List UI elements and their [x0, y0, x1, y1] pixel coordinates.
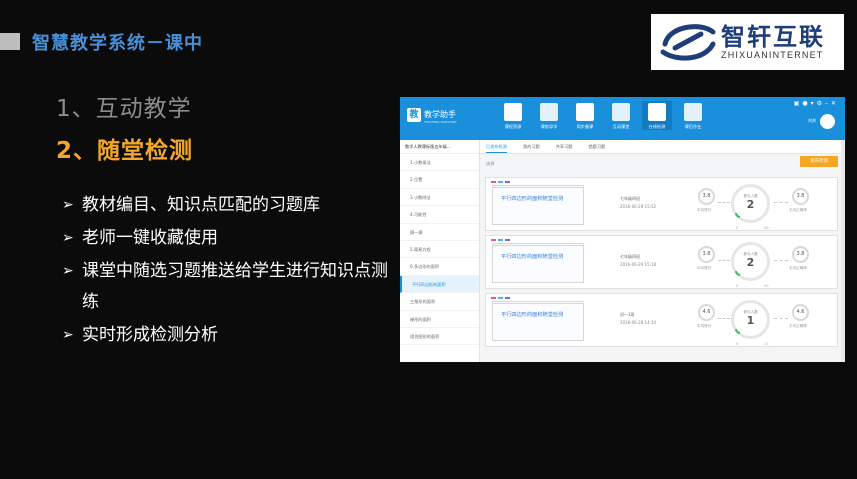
test-date: 2016-06-28 14:10: [620, 320, 657, 325]
avg-score-ring: 3.8: [698, 188, 715, 205]
connector-line: [718, 260, 730, 261]
nav-homework[interactable]: 课后作业: [678, 101, 708, 130]
app-name-sub: TEACHING ASSISTANT: [424, 120, 457, 124]
sidebar-item[interactable]: 1.小数乘法: [400, 154, 479, 172]
nav-online-test[interactable]: 在线检测: [642, 101, 672, 130]
test-card[interactable]: 平行四边形的面积随堂检测 七年级四班 2016-06-29 15:18 3.8 …: [485, 235, 838, 289]
tree-icon: [684, 103, 702, 121]
zhixuan-logo-icon: [660, 24, 716, 61]
avg-accuracy-label: 平均正确率: [789, 208, 807, 212]
nav-pre-class-guide[interactable]: 课前导学: [534, 101, 564, 130]
card-tags: [491, 239, 512, 241]
avg-accuracy-ring: 4.6: [792, 304, 809, 321]
scrollbar[interactable]: [841, 140, 845, 362]
bullet-arrow-icon: ➢: [62, 327, 74, 343]
card-tags: [491, 181, 512, 183]
sidebar-item[interactable]: 6.多边形的面积: [400, 258, 479, 276]
card-tags: [491, 297, 512, 299]
avg-accuracy-label: 平均正确率: [789, 266, 807, 270]
scale-max: 50: [764, 226, 769, 230]
avg-score-ring: 4.6: [698, 304, 715, 321]
connector-line: [774, 202, 788, 203]
book-icon: [504, 103, 522, 121]
sidebar-item[interactable]: 掷一掷: [400, 224, 479, 241]
avg-score-label: 平均得分: [697, 324, 712, 328]
app-name: 教学助手: [424, 110, 456, 119]
bullet-item: ➢ 老师一键收藏使用: [62, 223, 392, 254]
test-class: 七年级四班: [620, 196, 640, 201]
monitor-icon: [612, 103, 630, 121]
avg-score-label: 平均得分: [697, 208, 712, 212]
test-doc-thumbnail: 平行四边形的面积随堂检测: [492, 185, 584, 225]
company-logo: 智轩互联 ZHIXUANINTERNET: [651, 14, 844, 70]
test-list-panel: 已发布检测 我的习题 共享习题 错题习题 选择 发布检测 平行四边形的面积随堂检…: [480, 140, 845, 362]
header-square: [0, 33, 20, 50]
chapter-sidebar: 数学人教课标版五年级... 1.小数乘法 2.位置 3.小数除法 4.可能性 掷…: [400, 140, 480, 362]
nav-interactive-class[interactable]: 互动课堂: [606, 101, 636, 130]
app-topbar: 教 教学助手 TEACHING ASSISTANT 课程资源 课前导学 同步备课…: [400, 97, 845, 140]
textbook-selector[interactable]: 数学人教课标版五年级...: [400, 140, 479, 154]
tab-published-tests[interactable]: 已发布检测: [486, 140, 507, 153]
bullet-item: ➢ 课堂中随选习题推送给学生进行知识点测练: [62, 256, 392, 318]
nav-lesson-prep[interactable]: 同步备课: [570, 101, 600, 130]
avg-score-ring: 3.8: [698, 246, 715, 263]
avg-accuracy-ring: 3.8: [792, 246, 809, 263]
test-date: 2016-06-29 15:52: [620, 204, 657, 209]
bullet-item: ➢ 教材编目、知识点匹配的习题库: [62, 190, 392, 221]
filter-select[interactable]: 选择: [486, 161, 494, 167]
pencil-icon: [576, 103, 594, 121]
test-card[interactable]: 平行四边形的面积随堂检测 初一1班 2016-06-28 14:10 4.6 平…: [485, 293, 838, 347]
nav-course-resources[interactable]: 课程资源: [498, 101, 528, 130]
logo-english-text: ZHIXUANINTERNET: [721, 50, 824, 60]
user-name: 刘邦: [808, 118, 816, 123]
house-icon: [540, 103, 558, 121]
scale-max: 11: [764, 342, 769, 346]
app-logo-icon: 教: [407, 108, 421, 122]
test-card[interactable]: 平行四边形的面积随堂检测 七年级四班 2016-06-29 15:52 3.8 …: [485, 177, 838, 231]
scale-max: 50: [764, 284, 769, 288]
bullet-item: ➢ 实时形成检测分析: [62, 320, 392, 351]
sidebar-item[interactable]: 2.位置: [400, 171, 479, 189]
sidebar-item[interactable]: 组合图形的面积: [400, 328, 479, 346]
slide-header-title: 智慧教学系统－课中: [32, 33, 203, 54]
scale-min: 0: [736, 226, 739, 230]
publish-test-button[interactable]: 发布检测: [800, 156, 838, 167]
bullet-arrow-icon: ➢: [62, 197, 74, 213]
bullet-arrow-icon: ➢: [62, 263, 74, 279]
connector-line: [718, 202, 730, 203]
test-date: 2016-06-29 15:18: [620, 262, 657, 267]
section-interactive-teaching: 1、互动教学: [56, 96, 192, 122]
window-controls[interactable]: ▣●▾⚙–✕: [794, 100, 839, 107]
connector-line: [718, 318, 730, 319]
sidebar-item[interactable]: 梯形的面积: [400, 311, 479, 328]
test-tabs: 已发布检测 我的习题 共享习题 错题习题: [480, 140, 845, 154]
scale-min: 0: [736, 284, 739, 288]
test-class: 初一1班: [620, 312, 635, 317]
sidebar-item[interactable]: 三角形的面积: [400, 293, 479, 311]
test-doc-thumbnail: 平行四边形的面积随堂检测: [492, 243, 584, 283]
checklist-icon: [648, 103, 666, 121]
connector-line: [774, 318, 788, 319]
avg-accuracy-label: 平均正确率: [789, 324, 807, 328]
sidebar-item[interactable]: 5.简易方程: [400, 241, 479, 259]
connector-line: [774, 260, 788, 261]
feature-bullet-list: ➢ 教材编目、知识点匹配的习题库 ➢ 老师一键收藏使用 ➢ 课堂中随选习题推送给学生进…: [62, 190, 392, 353]
sidebar-item[interactable]: 4.可能性: [400, 206, 479, 224]
sidebar-item-active[interactable]: 平行四边形的面积: [400, 275, 479, 294]
logo-chinese-text: 智轩互联: [721, 23, 825, 51]
test-doc-thumbnail: 平行四边形的面积随堂检测: [492, 301, 584, 341]
tab-shared-questions[interactable]: 共享习题: [556, 140, 573, 153]
avg-score-label: 平均得分: [697, 266, 712, 270]
bullet-arrow-icon: ➢: [62, 230, 74, 246]
scale-min: 0: [736, 342, 739, 346]
tab-my-questions[interactable]: 我的习题: [523, 140, 540, 153]
section-in-class-test: 2、随堂检测: [56, 138, 194, 164]
user-avatar[interactable]: [820, 114, 835, 129]
sidebar-item[interactable]: 3.小数除法: [400, 189, 479, 207]
test-class: 七年级四班: [620, 254, 640, 259]
app-main-nav: 课程资源 课前导学 同步备课 互动课堂 在线检测 课后作业: [498, 101, 714, 130]
tab-wrong-questions[interactable]: 错题习题: [588, 140, 605, 153]
teaching-assistant-app: 教 教学助手 TEACHING ASSISTANT 课程资源 课前导学 同步备课…: [400, 97, 845, 362]
avg-accuracy-ring: 3.8: [792, 188, 809, 205]
